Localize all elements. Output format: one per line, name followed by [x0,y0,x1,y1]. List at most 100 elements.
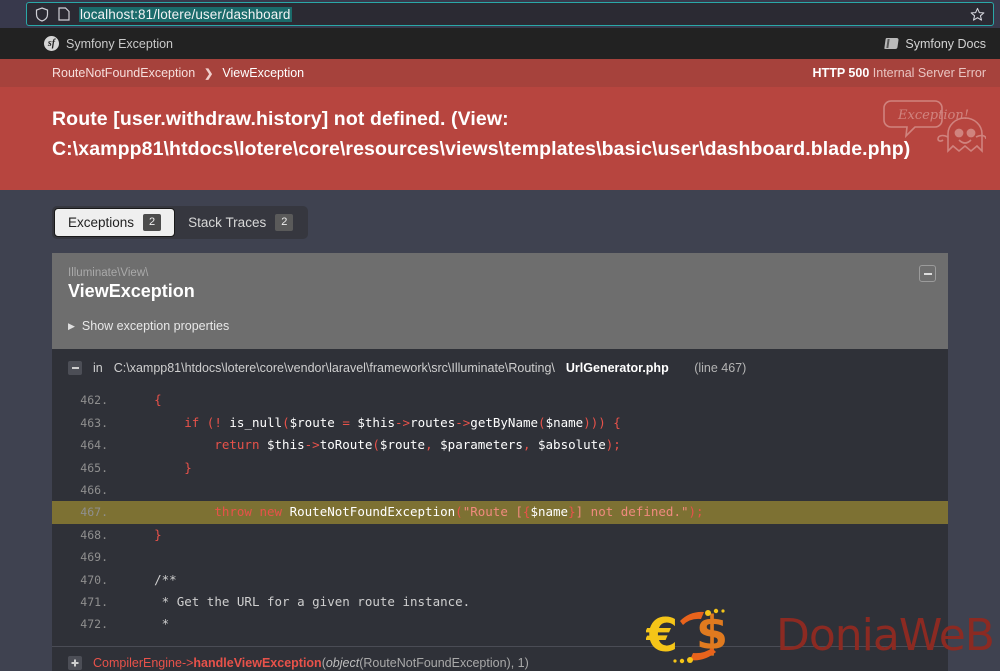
code-token: { [154,392,162,408]
show-exception-properties-toggle[interactable]: ▶ Show exception properties [68,319,229,333]
code-token: } [184,459,192,475]
address-bar[interactable]: localhost:81/lotere/user/dashboard [26,2,994,26]
symfony-logo-icon: sf [44,36,59,51]
tab-exceptions-count: 2 [143,214,162,232]
browser-toolbar: localhost:81/lotere/user/dashboard [0,0,1000,28]
trace-file-name: UrlGenerator.php [565,361,669,376]
code-line: 465. } [52,457,948,479]
code-token: ))) [583,414,606,430]
code-token: , [522,437,538,453]
trace-file-line: (line 467) [694,361,747,376]
symfony-ghost-icon: Exception! [878,95,987,164]
code-token: -> [304,437,320,453]
code-token: $this [267,437,305,453]
code-line: 471. * Get the URL for a given route ins… [52,591,948,613]
code-line: 469. [52,546,948,568]
code-token: ( [199,414,215,430]
code-token: ] not defined." [575,504,689,520]
symfony-docs-label[interactable]: Symfony Docs [905,37,986,51]
triangle-right-icon: ▶ [68,320,75,331]
code-token: return [214,437,260,453]
code-token: ( [538,414,546,430]
exception-message: Route [user.withdraw.history] not define… [52,108,911,160]
code-token: "Route [ [462,504,523,520]
frame-args: (object(RouteNotFoundException), 1) [322,656,529,670]
status-text: Internal Server Error [872,66,986,80]
code-token: throw [214,504,252,520]
code-token: * Get the URL for a given route instance… [161,594,471,609]
url-text[interactable]: localhost:81/lotere/user/dashboard [79,6,292,22]
star-icon[interactable] [962,7,985,22]
symfony-brand-label: Symfony Exception [66,36,173,51]
trace-file-prefix: in [93,361,103,376]
code-token: ( [282,414,290,430]
frame-class[interactable]: CompilerEngine [93,656,182,670]
code-line: 472. * [52,613,948,635]
frame-args-rest: (RouteNotFoundException), 1) [359,655,529,670]
trace-file-row: in C:\xampp81\htdocs\lotere\core\vendor\… [52,349,948,385]
code-line-number: 469. [80,550,108,565]
code-token: } [154,526,162,542]
show-exception-properties-label: Show exception properties [81,319,230,334]
main-content: Exceptions 2 Stack Traces 2 Illuminate\V… [0,206,1000,671]
ghost-bubble-text: Exception! [897,108,969,123]
exception-header: Illuminate\View\ ViewException ▶ Show ex… [52,253,948,350]
code-line-number: 471. [80,595,108,609]
code-token: $parameters [440,437,523,453]
book-icon [884,38,900,49]
frame-arrow: -> [181,655,194,670]
exception-banner: Route [user.withdraw.history] not define… [0,87,1000,191]
tab-stack-traces-count: 2 [275,214,294,232]
code-token: -> [395,414,411,430]
shield-icon [35,6,49,22]
code-token: $this [357,414,396,430]
symfony-docs-link[interactable]: Symfony Docs [884,37,986,51]
breadcrumb-parent[interactable]: RouteNotFoundException [52,66,195,80]
page-icon [58,7,70,21]
code-line-number: 468. [80,527,108,542]
code-token: is_null [229,414,283,430]
breadcrumb: RouteNotFoundException ❯ ViewException H… [0,59,1000,87]
code-token: getByName [470,414,539,430]
tab-stack-traces[interactable]: Stack Traces 2 [175,208,306,237]
code-line-number: 462. [80,393,108,408]
exception-namespace: Illuminate\View\ [68,267,149,280]
collapse-code-icon[interactable] [68,361,82,376]
code-line: 467. throw new RouteNotFoundException("R… [52,501,948,524]
code-line-number: 464. [80,438,108,453]
exception-card: Illuminate\View\ ViewException ▶ Show ex… [52,253,948,671]
frame-method[interactable]: handleViewException [193,656,321,670]
tab-exceptions[interactable]: Exceptions 2 [54,208,176,238]
status-badge: HTTP 500 Internal Server Error [813,66,986,80]
breadcrumb-current[interactable]: ViewException [222,66,304,80]
tab-exceptions-label: Exceptions [68,215,135,231]
code-token: ); [688,504,704,520]
expand-frame-icon[interactable] [68,655,82,670]
code-token: * [161,616,170,632]
code-line: 463. if (! is_null($route = $this->route… [52,412,948,434]
code-line: 470. /** [52,569,948,591]
code-line-number: 463. [80,415,108,430]
code-token: -> [455,414,471,430]
tab-stack-traces-label: Stack Traces [188,215,267,231]
code-line-number: 466. [80,482,108,497]
code-line: 462. { [52,389,948,411]
code-token: if [184,414,200,430]
code-token: } [568,504,576,520]
code-token: /** [154,571,177,587]
code-line-number: 465. [80,460,108,475]
code-token: ! [214,414,230,430]
code-token: new [259,504,283,520]
code-line: 464. return $this->toRoute($route, $para… [52,434,948,456]
trace-file-path: C:\xampp81\htdocs\lotere\core\vendor\lar… [113,361,555,376]
code-line-number: 472. [80,617,108,632]
code-token: ( [455,504,463,520]
collapse-exception-icon[interactable] [919,265,936,283]
code-line: 468. } [52,524,948,546]
code-token: RouteNotFoundException [289,504,456,520]
tab-bar: Exceptions 2 Stack Traces 2 [52,206,309,240]
code-token: $route [289,414,335,430]
breadcrumb-separator-icon: ❯ [204,67,214,80]
